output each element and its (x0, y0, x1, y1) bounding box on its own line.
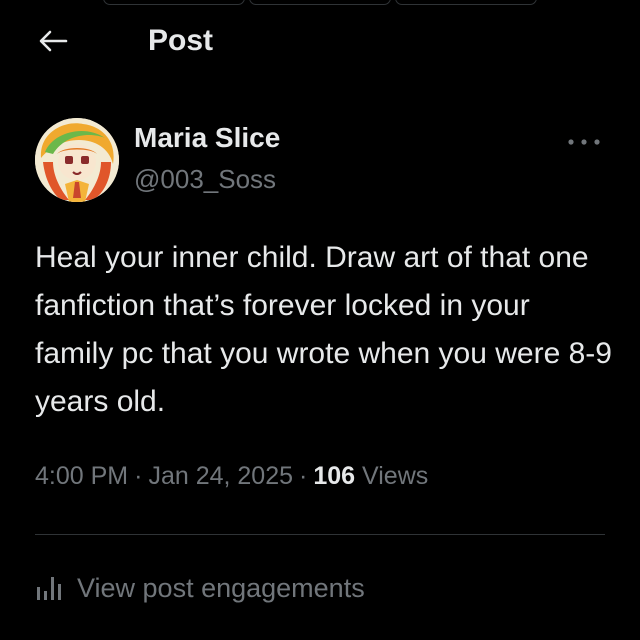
separator: · (299, 462, 308, 490)
page-title: Post (148, 24, 214, 57)
views-label: Views (362, 462, 429, 490)
post-text: Heal your inner child. Draw art of that … (35, 241, 612, 418)
tab-edge (395, 0, 537, 5)
avatar[interactable] (35, 118, 119, 202)
post-meta: 4:00 PM · Jan 24, 2025 · 106 Views (35, 462, 428, 491)
avatar-image (35, 118, 119, 202)
separator: · (134, 462, 143, 490)
tab-edge (103, 0, 245, 5)
views-count: 106 (313, 462, 356, 490)
analytics-icon (37, 577, 61, 600)
author-display-name[interactable]: Maria Slice (134, 122, 280, 154)
back-button[interactable] (36, 24, 70, 58)
top-tab-strip (0, 0, 640, 8)
more-options-button[interactable] (562, 128, 606, 156)
divider (35, 534, 605, 535)
post-date[interactable]: Jan 24, 2025 (148, 462, 293, 490)
tab-edge (249, 0, 391, 5)
more-options-icon (568, 139, 600, 145)
back-arrow-icon (39, 30, 68, 52)
author-handle[interactable]: @003_Soss (134, 164, 276, 195)
post-time[interactable]: 4:00 PM (35, 462, 128, 490)
view-engagements-button[interactable]: View post engagements (35, 568, 365, 608)
view-engagements-label: View post engagements (77, 572, 365, 603)
top-bar: Post (0, 18, 640, 62)
